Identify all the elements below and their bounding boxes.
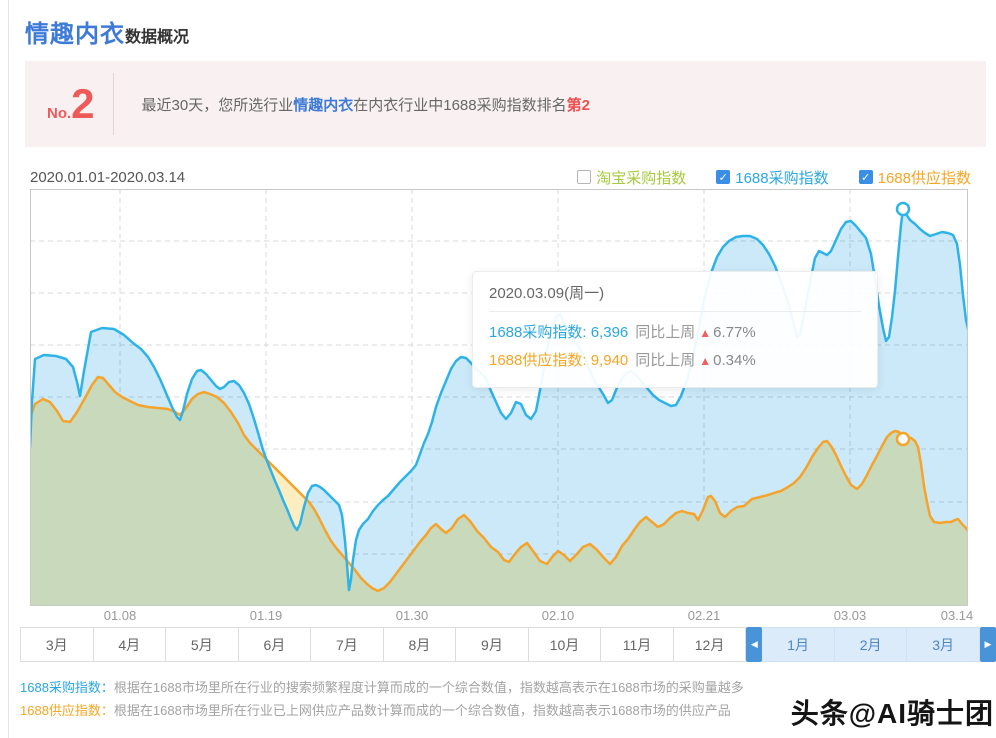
legend-label: 1688采购指数 xyxy=(735,167,828,188)
month-tab[interactable]: 1月 xyxy=(761,627,835,662)
month-tab[interactable]: 7月 xyxy=(310,627,384,662)
legend-item-taobao-purchase-index[interactable]: 淘宝采购指数 xyxy=(577,167,686,188)
chevron-left-icon: ◀ xyxy=(751,639,758,649)
legend-label: 淘宝采购指数 xyxy=(596,167,686,188)
rank-no-label: No. xyxy=(47,106,71,125)
x-axis-tick: 01.08 xyxy=(90,608,150,623)
up-arrow-icon: ▲ xyxy=(699,326,711,340)
chart-tooltip: 2020.03.09(周一) 1688采购指数: 6,396 同比上周 ▲6.77%… xyxy=(472,271,878,388)
page-title: 情趣内衣数据概况 xyxy=(0,0,996,53)
month-tab[interactable]: 9月 xyxy=(455,627,529,662)
tooltip-compare-label: 同比上周 xyxy=(635,352,695,369)
x-axis-tick: 03.03 xyxy=(820,608,880,623)
tooltip-purchase-value: 6,396 xyxy=(591,324,629,341)
footnote-supply-label: 1688供应指数： xyxy=(20,703,114,718)
watermark: 头条@AI骑士团 xyxy=(791,692,994,732)
month-tab[interactable]: 11月 xyxy=(600,627,674,662)
month-nav-prev-button[interactable]: ◀ xyxy=(746,627,762,662)
month-tab[interactable]: 12月 xyxy=(673,627,747,662)
month-tab[interactable]: 3月 xyxy=(906,627,980,662)
hover-marker[interactable] xyxy=(897,433,909,445)
tooltip-date: 2020.03.09(周一) xyxy=(489,282,861,312)
purchase-index-chart[interactable]: 01.0801.1901.3002.1002.2103.0303.14 2020… xyxy=(30,189,968,626)
x-axis-labels: 01.0801.1901.3002.1002.2103.0303.14 xyxy=(30,608,968,626)
rank-industry: 情趣内衣 xyxy=(293,97,353,114)
footnote-supply-text: 根据在1688市场里所在行业已上网供应产品数计算而成的一个综合数值，指数越高表示… xyxy=(114,703,731,718)
legend-item-1688-supply-index[interactable]: ✓ 1688供应指数 xyxy=(859,167,971,188)
up-arrow-icon: ▲ xyxy=(699,354,711,368)
divider xyxy=(113,73,114,135)
page: 情趣内衣数据概况 No.2 最近30天，您所选行业情趣内衣在内衣行业中1688采… xyxy=(0,0,996,738)
footnote-purchase-text: 根据在1688市场里所在行业的搜索频繁程度计算而成的一个综合数值，指数越高表示在… xyxy=(114,680,744,695)
month-tab[interactable]: 8月 xyxy=(383,627,457,662)
month-tab[interactable]: 2月 xyxy=(834,627,908,662)
rank-value: 2 xyxy=(71,83,94,125)
month-tab[interactable]: 10月 xyxy=(528,627,602,662)
x-axis-tick: 02.10 xyxy=(528,608,588,623)
month-tab[interactable]: 3月 xyxy=(20,627,94,662)
footnote-purchase-label: 1688采购指数： xyxy=(20,680,114,695)
month-tab[interactable]: 6月 xyxy=(238,627,312,662)
month-tab[interactable]: 4月 xyxy=(93,627,167,662)
checkbox-checked-icon[interactable]: ✓ xyxy=(716,170,730,184)
checkbox-unchecked-icon[interactable] xyxy=(577,170,591,184)
tooltip-purchase-label: 1688采购指数: xyxy=(489,324,591,341)
month-nav: 3月4月5月6月7月8月9月10月11月12月◀1月2月3月▶ xyxy=(20,627,996,662)
x-axis-tick: 01.30 xyxy=(382,608,442,623)
page-title-suffix: 数据概况 xyxy=(125,29,189,46)
chart-header: 2020.01.01-2020.03.14 淘宝采购指数 ✓ 1688采购指数 ✓ 16… xyxy=(30,165,971,189)
rank-description: 最近30天，您所选行业情趣内衣在内衣行业中1688采购指数排名第2 xyxy=(142,94,590,115)
rank-banner: No.2 最近30天，您所选行业情趣内衣在内衣行业中1688采购指数排名第2 xyxy=(25,61,986,147)
tooltip-supply-delta: 0.34% xyxy=(713,352,756,369)
rank-text-middle: 在内衣行业中1688采购指数排名 xyxy=(353,97,566,114)
x-axis-tick: 03.14 xyxy=(927,608,987,623)
x-axis-tick: 02.21 xyxy=(674,608,734,623)
tooltip-supply-value: 9,940 xyxy=(591,352,629,369)
rank-position: 第2 xyxy=(567,97,590,114)
checkbox-checked-icon[interactable]: ✓ xyxy=(859,170,873,184)
rank-text-before: 最近30天，您所选行业 xyxy=(142,97,294,114)
month-nav-next-button[interactable]: ▶ xyxy=(980,627,996,662)
chart-date-range: 2020.01.01-2020.03.14 xyxy=(30,169,185,186)
tooltip-row-supply: 1688供应指数: 9,940 同比上周 ▲0.34% xyxy=(489,347,861,375)
page-left-border xyxy=(8,0,9,738)
month-tab[interactable]: 5月 xyxy=(165,627,239,662)
page-title-industry: 情趣内衣 xyxy=(25,21,125,48)
legend-item-1688-purchase-index[interactable]: ✓ 1688采购指数 xyxy=(716,167,828,188)
tooltip-supply-label: 1688供应指数: xyxy=(489,352,591,369)
hover-marker[interactable] xyxy=(897,203,909,215)
tooltip-purchase-delta: 6.77% xyxy=(713,324,756,341)
rank-number: No.2 xyxy=(47,83,95,125)
legend-label: 1688供应指数 xyxy=(878,167,971,188)
chart-legend: 淘宝采购指数 ✓ 1688采购指数 ✓ 1688供应指数 xyxy=(577,167,971,188)
chevron-right-icon: ▶ xyxy=(984,639,991,649)
tooltip-row-purchase: 1688采购指数: 6,396 同比上周 ▲6.77% xyxy=(489,319,861,347)
chart-canvas[interactable] xyxy=(30,189,968,606)
tooltip-compare-label: 同比上周 xyxy=(635,324,695,341)
x-axis-tick: 01.19 xyxy=(236,608,296,623)
